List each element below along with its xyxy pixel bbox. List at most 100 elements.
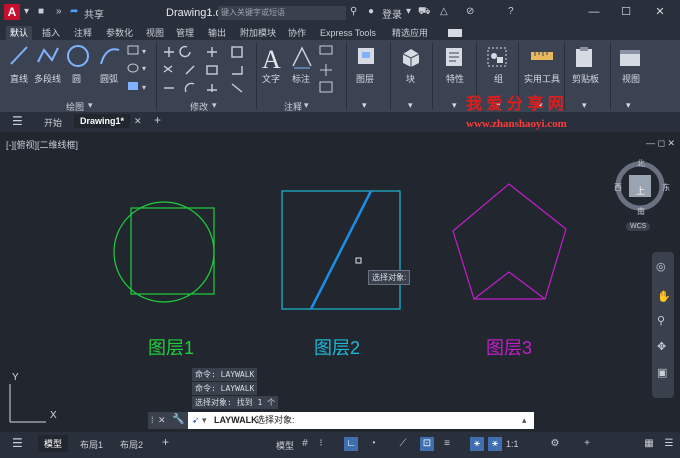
- command-line[interactable]: ➹ ▾ LAYWALK 选择对象: ▴: [188, 412, 534, 429]
- grip-icon[interactable]: ⁞: [151, 415, 154, 425]
- tab-collaborate[interactable]: 协作: [288, 26, 306, 40]
- view-tool-label[interactable]: 视图: [622, 72, 640, 85]
- isodraft-icon[interactable]: ⟋: [396, 437, 410, 451]
- minimize-button[interactable]: —: [584, 4, 604, 20]
- line-icon[interactable]: [8, 44, 30, 68]
- close-button[interactable]: ✕: [650, 4, 670, 20]
- chevron-down-icon[interactable]: ▾: [202, 412, 207, 429]
- text-tool-label[interactable]: 文字: [262, 72, 280, 85]
- model-tab[interactable]: 模型: [38, 435, 69, 452]
- tab-output[interactable]: 输出: [208, 26, 226, 40]
- layers-icon[interactable]: [356, 46, 376, 68]
- workspace-icon[interactable]: ⚙: [548, 437, 562, 451]
- tab-featured-apps[interactable]: 精选应用: [392, 26, 428, 40]
- search-icon[interactable]: ⚲: [350, 6, 357, 17]
- dimension-tool-label[interactable]: 标注: [292, 72, 310, 85]
- osnap-icon[interactable]: ⊡: [420, 437, 434, 451]
- group-icon[interactable]: [486, 46, 508, 68]
- chevron-down-icon[interactable]: ▾: [406, 6, 411, 17]
- group-tool-label[interactable]: 组: [494, 72, 503, 85]
- chevron-up-icon[interactable]: ▴: [522, 412, 527, 429]
- chevron-down-icon[interactable]: ▾: [626, 100, 631, 111]
- snap-icon[interactable]: ⁝: [314, 437, 328, 451]
- wcs-menu[interactable]: WCS: [626, 222, 651, 231]
- properties-tool-label[interactable]: 特性: [446, 72, 464, 85]
- chevron-down-icon[interactable]: ▾: [452, 100, 457, 111]
- chevron-down-icon[interactable]: ▾: [408, 100, 413, 111]
- chevron-down-icon[interactable]: ▾: [304, 100, 309, 111]
- line-tool-label[interactable]: 直线: [10, 72, 28, 85]
- menu-icon[interactable]: ☰: [12, 114, 23, 128]
- arc-tool-label[interactable]: 圆弧: [100, 72, 118, 85]
- annotation-visibility-icon[interactable]: ⚹: [470, 437, 484, 451]
- grid-icon[interactable]: #: [298, 437, 312, 451]
- text-icon[interactable]: A: [260, 44, 282, 72]
- user-icon[interactable]: ●: [368, 6, 374, 17]
- ortho-icon[interactable]: ∟: [344, 437, 358, 451]
- app-menu-button[interactable]: A: [4, 4, 20, 20]
- clipboard-icon[interactable]: [574, 46, 594, 68]
- login-button[interactable]: 登录: [382, 6, 402, 21]
- viewcube-west[interactable]: 西: [614, 182, 622, 193]
- layout2-tab[interactable]: 布局2: [120, 438, 143, 451]
- lineweight-icon[interactable]: ≡: [440, 437, 454, 451]
- save-icon[interactable]: ■: [38, 6, 44, 17]
- showmotion-icon[interactable]: ▣: [657, 366, 667, 379]
- search-input[interactable]: 键入关键字或短语: [218, 6, 346, 20]
- tab-insert[interactable]: 插入: [42, 26, 60, 40]
- menu-icon[interactable]: ☰: [12, 436, 23, 450]
- command-prompt[interactable]: 选择对象:: [256, 412, 295, 429]
- circle-tool-label[interactable]: 圆: [72, 72, 81, 85]
- viewcube-east[interactable]: 东: [662, 182, 670, 193]
- layout1-tab[interactable]: 布局1: [80, 438, 103, 451]
- autoscale-icon[interactable]: ⚹: [488, 437, 502, 451]
- exchange-icon[interactable]: ⊘: [466, 6, 474, 17]
- isolate-icon[interactable]: ▦: [642, 437, 656, 451]
- forward-icon[interactable]: »: [56, 6, 62, 17]
- chevron-down-icon[interactable]: ▾: [212, 100, 217, 111]
- viewcube-south[interactable]: 南: [637, 206, 645, 217]
- polyline-icon[interactable]: [36, 44, 60, 68]
- help-icon[interactable]: ?: [508, 6, 514, 17]
- properties-icon[interactable]: [444, 46, 464, 68]
- share-button[interactable]: 共享: [84, 6, 104, 21]
- close-icon[interactable]: ✕: [134, 116, 142, 127]
- annotation-scale[interactable]: 1:1: [506, 439, 519, 449]
- modify-tools-icon[interactable]: [160, 44, 252, 96]
- model-space-button[interactable]: 模型: [276, 439, 294, 452]
- application-menu-icon[interactable]: ▾: [24, 6, 29, 17]
- orbit-icon[interactable]: ✥: [657, 340, 666, 353]
- maximize-button[interactable]: ☐: [616, 4, 636, 20]
- tab-parametric[interactable]: 参数化: [106, 26, 133, 40]
- drawing-canvas[interactable]: [-][俯视][二维线框] — ◻ ✕ 图层1 图层2 图层3 选择对象: Y …: [0, 132, 680, 432]
- annotation-small-tools-icon[interactable]: [318, 44, 336, 96]
- tab-express-tools[interactable]: Express Tools: [320, 26, 376, 40]
- layers-tool-label[interactable]: 图层: [356, 72, 374, 85]
- steering-wheel-icon[interactable]: ◎: [656, 260, 666, 273]
- add-layout-button[interactable]: +: [162, 435, 169, 449]
- customize-icon[interactable]: 🔧: [172, 414, 184, 425]
- tab-more-icon[interactable]: [448, 29, 462, 37]
- block-tool-label[interactable]: 块: [406, 72, 415, 85]
- share-icon[interactable]: ➦: [70, 6, 78, 17]
- drawing-tab[interactable]: Drawing1*: [74, 114, 131, 128]
- a360-icon[interactable]: △: [440, 6, 448, 17]
- arc-icon[interactable]: [98, 44, 122, 68]
- start-tab[interactable]: 开始: [44, 116, 62, 129]
- tab-annotate[interactable]: 注释: [74, 26, 92, 40]
- clipboard-tool-label[interactable]: 剪贴板: [572, 72, 599, 85]
- tab-addins[interactable]: 附加模块: [240, 26, 276, 40]
- cart-icon[interactable]: ⛟: [418, 6, 431, 19]
- new-tab-button[interactable]: +: [154, 113, 161, 127]
- block-icon[interactable]: [400, 46, 422, 68]
- viewcube-top-face[interactable]: 上: [636, 184, 645, 197]
- dimension-icon[interactable]: [290, 44, 314, 70]
- chevron-down-icon[interactable]: ▾: [88, 100, 93, 111]
- tab-manage[interactable]: 管理: [176, 26, 194, 40]
- polar-icon[interactable]: ◔: [366, 437, 380, 451]
- utilities-tool-label[interactable]: 实用工具: [524, 72, 560, 85]
- customization-icon[interactable]: ☰: [662, 437, 676, 451]
- circle-icon[interactable]: [66, 44, 90, 68]
- tab-default[interactable]: 默认: [6, 26, 33, 40]
- viewcube-north[interactable]: 北: [637, 158, 645, 169]
